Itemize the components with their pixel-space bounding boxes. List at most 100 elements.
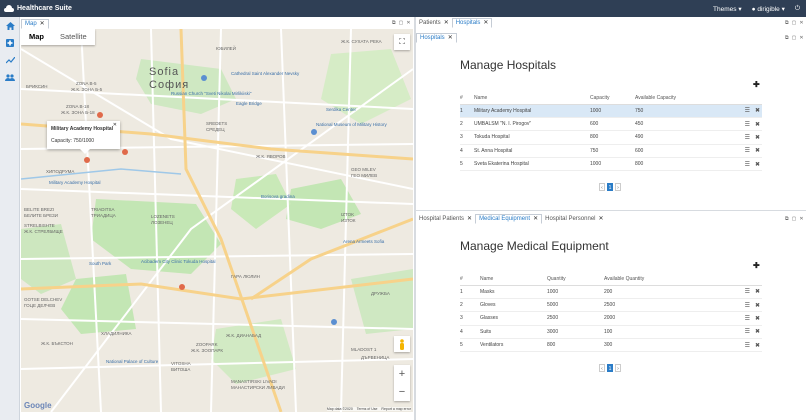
close-icon[interactable]: ✕ [799, 20, 803, 26]
fullscreen-icon[interactable]: ⛶ [394, 34, 410, 50]
restore-icon[interactable]: ⧉ [785, 20, 789, 26]
hospital-marker-icon[interactable] [122, 149, 128, 155]
google-logo: Google [24, 401, 52, 410]
close-icon[interactable]: ✕ [444, 18, 449, 28]
maximize-icon[interactable]: ▢ [399, 20, 404, 26]
prev-page-button[interactable]: ‹ [599, 183, 605, 191]
next-page-button[interactable]: › [615, 364, 621, 372]
map-view[interactable]: Map Satellite ⛶ Sofia София ZONA B-5 Ж.К… [21, 29, 413, 412]
table-row[interactable]: 4 Suits 3000 100 ☰ ✖ [460, 325, 762, 340]
close-icon[interactable]: ✕ [533, 214, 538, 224]
column-header[interactable]: Quantity [547, 273, 604, 286]
close-icon[interactable]: ✕ [799, 216, 803, 222]
themes-menu[interactable]: Themes ▾ [713, 5, 742, 13]
delete-icon[interactable]: ✖ [755, 121, 760, 128]
edit-icon[interactable]: ☰ [745, 342, 750, 349]
tab-map[interactable]: Map ✕ [21, 19, 49, 29]
close-icon[interactable]: ✕ [40, 19, 45, 29]
delete-icon[interactable]: ✖ [755, 161, 760, 168]
delete-icon[interactable]: ✖ [755, 134, 760, 141]
hospital-marker-icon[interactable] [179, 284, 185, 290]
maximize-icon[interactable]: ▢ [792, 35, 797, 41]
column-header[interactable]: Available Quantity [604, 273, 714, 286]
cell: 200 [604, 285, 714, 299]
brand[interactable]: Healthcare Suite [0, 5, 72, 12]
hospital-marker-icon[interactable] [84, 157, 90, 163]
people-icon[interactable] [0, 69, 20, 85]
user-menu[interactable]: ● dirigible ▾ [752, 5, 785, 13]
column-header[interactable]: Capacity [590, 92, 635, 105]
table-row[interactable]: 3 Glasses 2500 2000 ☰ ✖ [460, 311, 762, 326]
table-row[interactable]: 5 Sveta Ekaterina Hospital 1000 800 ☰ ✖ [460, 157, 762, 172]
column-header[interactable]: Available Capacity [635, 92, 725, 105]
edit-icon[interactable]: ☰ [745, 302, 750, 309]
edit-icon[interactable]: ☰ [745, 161, 750, 168]
close-icon[interactable]: ✕ [799, 35, 803, 41]
terms-link[interactable]: Terms of Use [357, 407, 378, 411]
restore-icon[interactable]: ⧉ [392, 20, 396, 26]
column-header[interactable]: # [460, 92, 474, 105]
map-label: GEO MILEV [351, 167, 376, 172]
tab-hospitals[interactable]: Hospitals ✕ [451, 18, 493, 28]
horizontal-divider[interactable] [416, 210, 806, 211]
map-type-control: Map Satellite [21, 29, 95, 45]
maximize-icon[interactable]: ▢ [792, 20, 797, 26]
table-row[interactable]: 2 Gloves 5000 2500 ☰ ✖ [460, 298, 762, 313]
close-icon[interactable]: ✕ [599, 214, 604, 224]
home-icon[interactable] [0, 18, 20, 34]
hospital-icon[interactable] [0, 35, 20, 51]
power-icon[interactable]: ⏻ [795, 5, 800, 13]
table-row[interactable]: 1 Masks 1000 200 ☰ ✖ [460, 285, 762, 299]
edit-icon[interactable]: ☰ [745, 315, 750, 322]
next-page-button[interactable]: › [615, 183, 621, 191]
tab-patients[interactable]: Patients ✕ [416, 18, 452, 28]
edit-icon[interactable]: ☰ [745, 328, 750, 335]
page-number[interactable]: 1 [607, 364, 613, 372]
edit-icon[interactable]: ☰ [745, 147, 750, 154]
delete-icon[interactable]: ✖ [755, 302, 760, 309]
close-icon[interactable]: ✕ [467, 214, 472, 224]
add-equipment-button[interactable]: ✚ [753, 261, 760, 270]
report-error-link[interactable]: Report a map error [381, 407, 411, 411]
add-hospital-button[interactable]: ✚ [753, 80, 760, 89]
map-button[interactable]: Map [21, 29, 52, 45]
table-row[interactable]: 4 St. Anna Hospital 750 600 ☰ ✖ [460, 144, 762, 159]
close-icon[interactable]: ✕ [406, 20, 410, 26]
table-row[interactable]: 1 Military Academy Hospital 1000 750 ☰ ✖ [460, 104, 762, 118]
delete-icon[interactable]: ✖ [755, 342, 760, 349]
pegman-icon[interactable] [394, 336, 410, 352]
delete-icon[interactable]: ✖ [755, 288, 760, 295]
chart-icon[interactable] [0, 52, 20, 68]
maximize-icon[interactable]: ▢ [792, 216, 797, 222]
map-label: Ж.К. СУХАТА РЕКА [341, 39, 382, 44]
hospital-marker-icon[interactable] [97, 112, 103, 118]
table-row[interactable]: 3 Tokuda Hospital 800 490 ☰ ✖ [460, 130, 762, 145]
close-icon[interactable]: ✕ [113, 122, 117, 128]
column-header[interactable]: # [460, 273, 480, 286]
delete-icon[interactable]: ✖ [755, 147, 760, 154]
table-row[interactable]: 5 Ventilators 800 300 ☰ ✖ [460, 338, 762, 353]
satellite-button[interactable]: Satellite [52, 29, 95, 45]
restore-icon[interactable]: ⧉ [785, 216, 789, 222]
edit-icon[interactable]: ☰ [745, 121, 750, 128]
prev-page-button[interactable]: ‹ [599, 364, 605, 372]
delete-icon[interactable]: ✖ [755, 328, 760, 335]
zoom-in-button[interactable]: + [394, 365, 410, 383]
table-row[interactable]: 2 UMBALSM "N. I. Pirogov" 600 450 ☰ ✖ [460, 117, 762, 132]
close-icon[interactable]: ✕ [483, 18, 488, 28]
edit-icon[interactable]: ☰ [745, 288, 750, 295]
column-header[interactable]: Name [480, 273, 547, 286]
edit-icon[interactable]: ☰ [745, 134, 750, 141]
tab-medical-equipment[interactable]: Medical Equipment ✕ [475, 214, 543, 224]
column-header[interactable]: Name [474, 92, 590, 105]
restore-icon[interactable]: ⧉ [785, 35, 789, 41]
close-icon[interactable]: ✕ [448, 33, 453, 43]
edit-icon[interactable]: ☰ [745, 107, 750, 114]
tab-hospital-patients[interactable]: Hospital Patients ✕ [416, 214, 475, 224]
delete-icon[interactable]: ✖ [755, 315, 760, 322]
zoom-out-button[interactable]: − [394, 383, 410, 401]
tab-hospital-personnel[interactable]: Hospital Personnel ✕ [542, 214, 606, 224]
delete-icon[interactable]: ✖ [755, 107, 760, 114]
page-number[interactable]: 1 [607, 183, 613, 191]
tab-hospitals-view[interactable]: Hospitals ✕ [416, 33, 457, 43]
